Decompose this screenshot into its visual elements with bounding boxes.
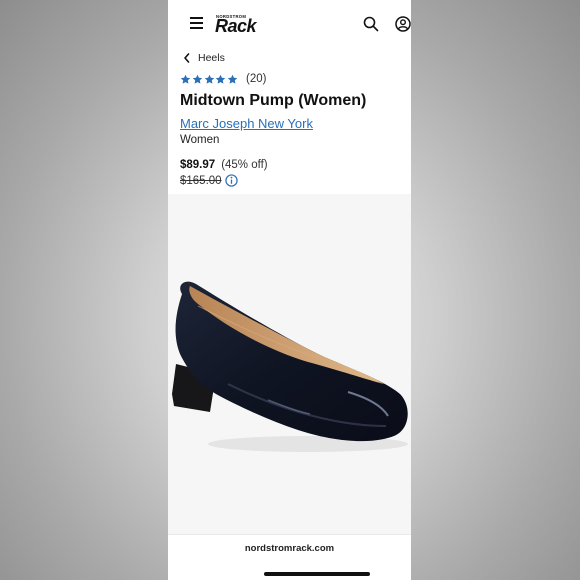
product-rating[interactable]: (20) bbox=[180, 73, 266, 85]
price-row: $89.97 (45% off) bbox=[180, 159, 268, 171]
product-title: Midtown Pump (Women) bbox=[180, 92, 367, 109]
star-icon bbox=[216, 74, 226, 84]
star-icon bbox=[180, 74, 191, 84]
star-icon bbox=[204, 74, 214, 84]
info-icon[interactable] bbox=[224, 173, 238, 187]
logo-rack-text: Rack bbox=[215, 16, 257, 36]
home-indicator[interactable] bbox=[264, 572, 370, 576]
shoe-illustration bbox=[172, 281, 408, 452]
top-nav-bar: NORDSTROM Rack bbox=[168, 0, 411, 48]
star-icon bbox=[192, 74, 203, 84]
original-price: $165.00 bbox=[180, 175, 222, 187]
product-image[interactable] bbox=[168, 194, 411, 534]
breadcrumb-label: Heels bbox=[198, 52, 225, 64]
star-rating bbox=[180, 74, 239, 85]
product-category: Women bbox=[180, 134, 220, 146]
discount-percent: (45% off) bbox=[221, 159, 268, 171]
breadcrumb[interactable]: Heels bbox=[182, 51, 225, 65]
phone-screen: NORDSTROM Rack Heels (20) Midtown Pump (… bbox=[168, 0, 411, 580]
original-price-row: $165.00 bbox=[180, 173, 238, 187]
sale-price: $89.97 bbox=[180, 159, 216, 171]
chevron-left-icon bbox=[184, 53, 190, 63]
site-url[interactable]: nordstromrack.com bbox=[168, 543, 411, 554]
star-icon bbox=[227, 74, 238, 84]
review-count: (20) bbox=[245, 73, 267, 85]
account-icon[interactable] bbox=[395, 16, 411, 32]
browser-footer: nordstromrack.com bbox=[168, 534, 411, 580]
search-icon[interactable] bbox=[363, 16, 379, 32]
store-logo[interactable]: NORDSTROM Rack bbox=[215, 14, 275, 36]
menu-icon[interactable] bbox=[190, 17, 203, 29]
brand-link[interactable]: Marc Joseph New York bbox=[180, 116, 313, 131]
